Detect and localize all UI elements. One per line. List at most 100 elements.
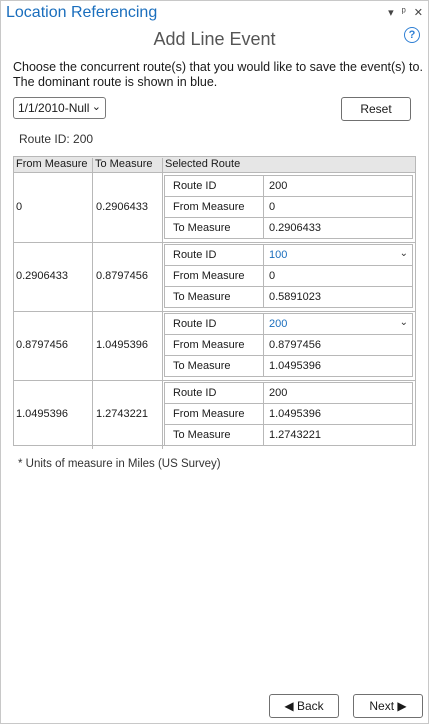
column-divider	[92, 380, 93, 449]
next-label: Next	[369, 699, 395, 713]
column-header: Selected Route	[165, 158, 241, 170]
pane-title: Location Referencing	[6, 4, 158, 21]
column-divider	[162, 242, 163, 311]
from-measure-row: From Measure 0	[165, 266, 412, 287]
route-from-value: 0	[269, 270, 276, 282]
field-label: Route ID	[173, 318, 217, 330]
route-to-value: 0.5891023	[269, 291, 321, 303]
route-id-dropdown[interactable]: Route ID 200 ⌄	[165, 314, 412, 335]
field-label: To Measure	[173, 429, 231, 441]
route-to-value: 1.0495396	[269, 360, 321, 372]
date-range-select[interactable]: 1/1/2010-Null ⌄	[13, 97, 106, 119]
from-measure-row: From Measure 0.8797456	[165, 335, 412, 356]
triangle-left-icon: ◀	[284, 699, 294, 713]
cell-divider	[263, 425, 264, 446]
cell-divider	[263, 266, 264, 287]
table-row: 1.0495396 1.2743221 Route ID 200 From Me…	[14, 380, 415, 449]
pane-controls: ▾ ᵖ ✕	[388, 6, 423, 19]
route-id-value: 200	[269, 180, 288, 192]
selected-route-grid: Route ID 200 ⌄ From Measure 0.8797456 To…	[164, 313, 413, 377]
from-measure-cell: 0	[16, 201, 23, 213]
route-to-value: 0.2906433	[269, 222, 321, 234]
triangle-right-icon: ▶	[397, 699, 407, 713]
cell-divider	[263, 314, 264, 335]
to-measure-cell: 0.2906433	[96, 201, 148, 213]
cell-divider	[263, 287, 264, 308]
column-divider	[162, 173, 163, 242]
to-measure-cell: 1.0495396	[96, 339, 148, 351]
field-label: From Measure	[173, 408, 245, 420]
chevron-down-icon[interactable]: ▾	[388, 6, 394, 19]
instructions-text: Choose the concurrent route(s) that you …	[13, 60, 423, 89]
to-measure-cell: 1.2743221	[96, 408, 148, 420]
route-id-row: Route ID 200	[165, 383, 412, 404]
route-id-value: 200	[269, 318, 288, 330]
field-label: From Measure	[173, 201, 245, 213]
chevron-down-icon: ⌄	[91, 101, 101, 113]
cell-divider	[263, 176, 264, 197]
route-id-label: Route ID: 200	[19, 132, 94, 146]
cell-divider	[263, 383, 264, 404]
reset-button[interactable]: Reset	[341, 97, 411, 121]
panel-title: Add Line Event	[153, 29, 276, 49]
route-id-value: 200	[269, 387, 288, 399]
route-from-value: 0.8797456	[269, 339, 321, 351]
from-measure-cell: 1.0495396	[16, 408, 68, 420]
back-label: Back	[296, 699, 324, 713]
route-id-dropdown[interactable]: Route ID 100 ⌄	[165, 245, 412, 266]
route-to-value: 1.2743221	[269, 429, 321, 441]
field-label: To Measure	[173, 291, 231, 303]
cell-divider	[263, 245, 264, 266]
cell-divider	[263, 335, 264, 356]
column-divider	[92, 242, 93, 311]
route-id-value: 100	[269, 249, 288, 261]
route-from-value: 0	[269, 201, 276, 213]
from-measure-cell: 0.2906433	[16, 270, 68, 282]
field-label: From Measure	[173, 339, 245, 351]
column-divider	[162, 311, 163, 380]
field-label: Route ID	[173, 249, 217, 261]
next-button[interactable]: Next ▶	[353, 694, 423, 718]
field-label: From Measure	[173, 270, 245, 282]
column-divider	[92, 173, 93, 242]
field-label: To Measure	[173, 222, 231, 234]
column-divider	[92, 311, 93, 380]
close-icon[interactable]: ✕	[414, 6, 423, 19]
selected-route-grid: Route ID 200 From Measure 1.0495396 To M…	[164, 382, 413, 446]
chevron-down-icon[interactable]: ⌄	[400, 248, 408, 259]
pin-icon[interactable]: ᵖ	[402, 6, 406, 19]
to-measure-row: To Measure 1.2743221	[165, 425, 412, 446]
route-id-row: Route ID 200	[165, 176, 412, 197]
to-measure-row: To Measure 1.0495396	[165, 356, 412, 377]
column-divider	[92, 158, 93, 173]
cell-divider	[263, 356, 264, 377]
table-row: 0.2906433 0.8797456 Route ID 100 ⌄ From …	[14, 242, 415, 312]
selected-route-grid: Route ID 100 ⌄ From Measure 0 To Measure…	[164, 244, 413, 308]
date-range-value: 1/1/2010-Null	[18, 101, 90, 115]
chevron-down-icon[interactable]: ⌄	[400, 317, 408, 328]
concurrent-routes-table: From Measure To Measure Selected Route 0…	[13, 156, 416, 449]
column-header: To Measure	[95, 158, 153, 170]
cell-divider	[263, 404, 264, 425]
cell-divider	[263, 218, 264, 239]
to-measure-row: To Measure 0.5891023	[165, 287, 412, 308]
field-label: To Measure	[173, 360, 231, 372]
route-from-value: 1.0495396	[269, 408, 321, 420]
table-row: 0.8797456 1.0495396 Route ID 200 ⌄ From …	[14, 311, 415, 381]
cell-divider	[263, 197, 264, 218]
units-note: * Units of measure in Miles (US Survey)	[18, 458, 221, 470]
column-divider	[162, 158, 163, 173]
field-label: Route ID	[173, 180, 217, 192]
help-icon[interactable]: ?	[404, 27, 420, 43]
field-label: Route ID	[173, 387, 217, 399]
from-measure-cell: 0.8797456	[16, 339, 68, 351]
column-header: From Measure	[16, 158, 88, 170]
to-measure-row: To Measure 0.2906433	[165, 218, 412, 239]
from-measure-row: From Measure 1.0495396	[165, 404, 412, 425]
selected-route-grid: Route ID 200 From Measure 0 To Measure 0…	[164, 175, 413, 239]
column-divider	[162, 380, 163, 449]
table-row: 0 0.2906433 Route ID 200 From Measure 0 …	[14, 173, 415, 243]
back-button[interactable]: ◀ Back	[269, 694, 339, 718]
from-measure-row: From Measure 0	[165, 197, 412, 218]
to-measure-cell: 0.8797456	[96, 270, 148, 282]
